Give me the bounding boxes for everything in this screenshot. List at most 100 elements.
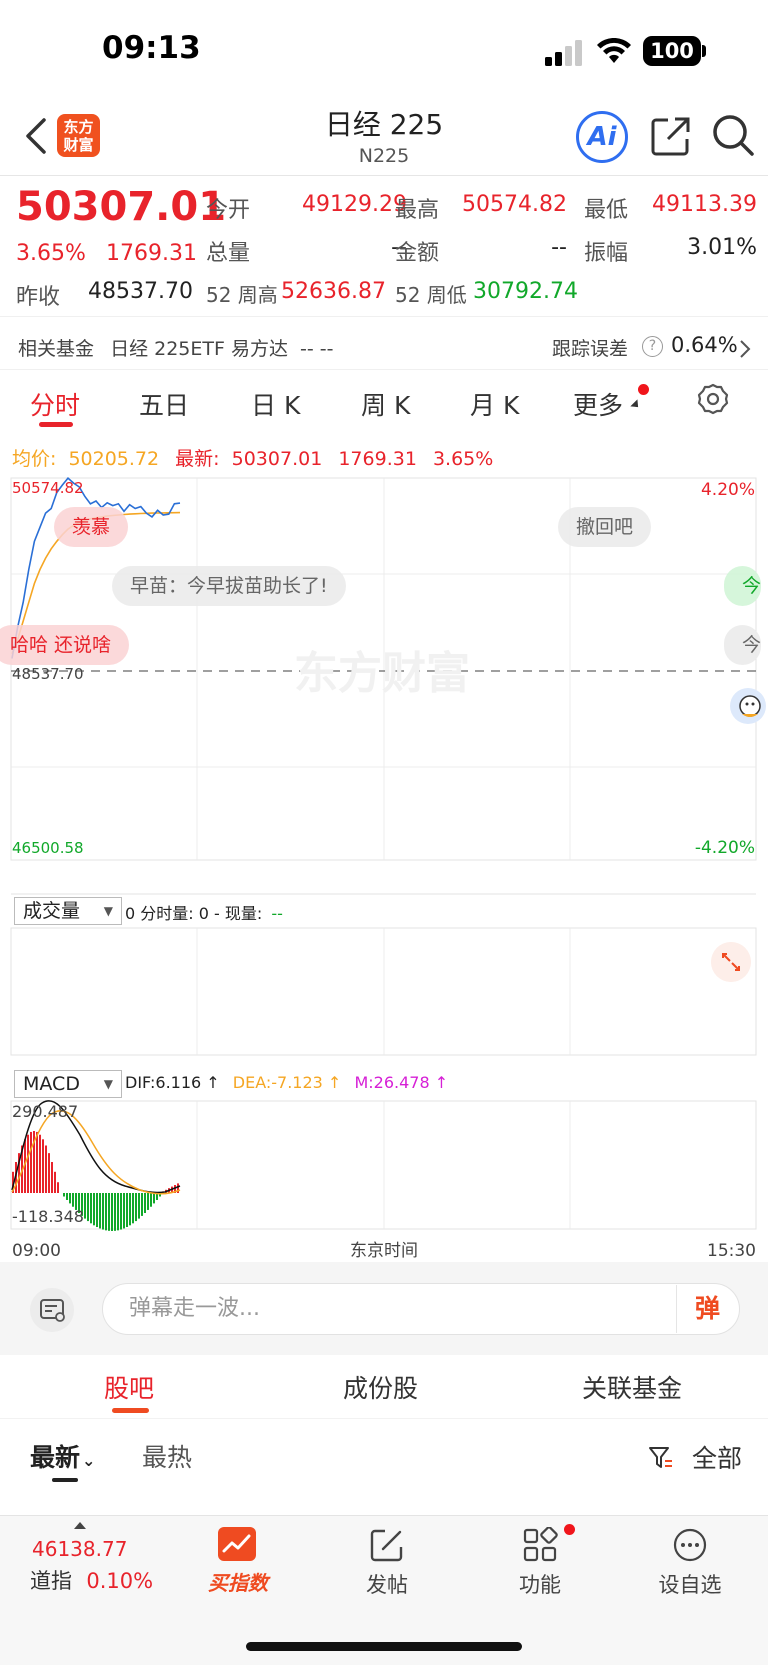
volume-info-value: -- <box>271 904 283 923</box>
danmaku-bubble[interactable]: 羡慕 <box>54 507 129 547</box>
macd-bar <box>144 1193 146 1214</box>
nav-function[interactable]: 功能 <box>505 1524 575 1607</box>
signal-icon <box>545 40 582 66</box>
fund-value: -- -- <box>300 338 334 360</box>
nav-post[interactable]: 发帖 <box>352 1527 422 1607</box>
gear-icon[interactable] <box>697 383 729 415</box>
chevron-right-icon[interactable] <box>739 339 751 359</box>
home-indicator <box>246 1642 522 1651</box>
fund-name: 日经 225ETF 易方达 <box>110 338 288 360</box>
related-fund-row[interactable]: 相关基金 日经 225ETF 易方达 -- -- <box>18 334 333 361</box>
macd-bar <box>114 1193 116 1231</box>
danmaku-toggle-label: 弹 <box>694 1294 720 1323</box>
wk52-low-value: 30792.74 <box>473 279 578 304</box>
macd-bar <box>135 1193 137 1222</box>
tracking-error-label: 跟踪误差 <box>552 338 629 360</box>
latest-change: 1769.31 <box>338 448 417 470</box>
macd-y-bottom: -118.348 <box>12 1207 84 1226</box>
danmaku-bubble[interactable]: 撤回吧 <box>558 507 652 547</box>
note-icon[interactable] <box>30 1288 74 1332</box>
danmaku-bubble[interactable]: 今 <box>724 566 762 606</box>
help-icon[interactable]: ? <box>642 336 663 357</box>
tab-related-funds[interactable]: 关联基金 <box>582 1369 682 1405</box>
macd-bar <box>111 1193 113 1231</box>
latest-label: 最新: <box>175 448 220 470</box>
macd-bar <box>102 1193 104 1230</box>
macd-bar <box>69 1193 71 1204</box>
ai-button[interactable]: Ai <box>576 111 628 163</box>
caret-up-icon <box>74 1522 86 1529</box>
x-center-label: 东京时间 <box>350 1241 418 1261</box>
dropdown-arrow-icon: ▼ <box>103 904 113 918</box>
sort-hot[interactable]: 最热 <box>142 1438 192 1474</box>
share-icon[interactable] <box>651 116 691 156</box>
nav-watchlist-label: 设自选 <box>658 1573 722 1597</box>
tab-intraday[interactable]: 分时 <box>30 386 80 422</box>
change-pct: 3.65% <box>16 241 86 266</box>
search-icon[interactable] <box>712 114 754 156</box>
danmaku-bubble[interactable]: 哈哈 还说啥 <box>0 625 130 665</box>
amount-value: -- <box>551 235 567 260</box>
tab-more-caret <box>630 399 642 411</box>
filter-button[interactable]: 全部 <box>648 1439 742 1475</box>
tracking-error-value: 0.64% <box>671 333 738 357</box>
sort-latest[interactable]: 最新 ⌄ <box>30 1438 95 1474</box>
avg-label: 均价: <box>12 448 57 470</box>
macd-bar <box>48 1153 50 1193</box>
battery-tip <box>702 45 706 57</box>
filter-label: 全部 <box>691 1444 742 1473</box>
avatar-icon[interactable] <box>728 686 768 726</box>
danmaku-toggle-button[interactable]: 弹 <box>676 1285 738 1333</box>
macd-m-label: M:26.478 ↑ <box>354 1073 449 1092</box>
danmaku-bubble[interactable]: 今 <box>724 625 762 665</box>
tab-weekly-k[interactable]: 周 K <box>361 386 410 422</box>
macd-bar <box>30 1131 32 1193</box>
latest-value: 50307.01 <box>231 448 323 470</box>
macd-select-label: MACD <box>23 1073 80 1095</box>
latest-pct: 3.65% <box>432 448 494 470</box>
volume-info: 0 分时量: 0 - 现量: -- <box>125 900 283 924</box>
tab-five-day[interactable]: 五日 <box>139 386 189 422</box>
open-label: 今开 <box>206 198 251 223</box>
watermark: 东方财富 <box>294 648 470 699</box>
low-value: 49113.39 <box>652 192 757 217</box>
macd-bar <box>51 1162 53 1193</box>
tab-monthly-k[interactable]: 月 K <box>470 386 519 422</box>
expand-icon[interactable] <box>711 942 751 982</box>
dropdown-arrow-icon: ▼ <box>103 1077 113 1091</box>
tab-more[interactable]: 更多 <box>573 386 623 422</box>
macd-y-top: 290.487 <box>12 1102 78 1121</box>
chart-info-line: 均价: 50205.72 最新: 50307.01 1769.31 3.65% <box>12 444 493 471</box>
danmaku-bubble[interactable]: 早苗：今早拔苗助长了! <box>112 566 346 606</box>
macd-bar <box>129 1193 131 1226</box>
x-end-label: 15:30 <box>707 1241 756 1261</box>
open-value: 49129.29 <box>302 192 407 217</box>
macd-bar <box>90 1193 92 1224</box>
macd-dif-label: DIF:6.116 ↑ <box>125 1073 220 1092</box>
nav-buy-index[interactable]: 买指数 <box>200 1527 276 1607</box>
community-tab-indicator <box>112 1408 149 1413</box>
nav-watchlist[interactable]: 设自选 <box>655 1527 725 1607</box>
index-ticker[interactable]: 46138.77 道指 0.10% <box>30 1537 153 1595</box>
macd-bar <box>93 1193 95 1226</box>
macd-bar <box>57 1182 59 1193</box>
macd-bar <box>66 1193 68 1200</box>
more-dots-icon <box>673 1528 707 1562</box>
battery-icon: 100 <box>643 36 701 66</box>
volume-indicator-select[interactable]: 成交量 ▼ <box>14 897 122 925</box>
fund-label: 相关基金 <box>18 338 95 360</box>
wk52-high-label: 52 周高 <box>206 283 278 307</box>
current-price: 50307.01 <box>16 184 227 230</box>
wk52-low-label: 52 周低 <box>395 283 467 307</box>
tab-daily-k[interactable]: 日 K <box>251 386 300 422</box>
y-ref-label: 48537.70 <box>12 665 84 683</box>
community-divider <box>0 1418 768 1419</box>
danmaku-input[interactable]: 弹幕走一波... <box>102 1283 740 1335</box>
macd-bar <box>117 1193 119 1231</box>
tab-constituents[interactable]: 成份股 <box>343 1369 418 1405</box>
volume-value: -- <box>391 235 407 260</box>
macd-indicator-select[interactable]: MACD ▼ <box>14 1070 122 1098</box>
tab-guba[interactable]: 股吧 <box>104 1369 154 1405</box>
macd-bar <box>54 1171 56 1193</box>
notification-dot <box>638 384 649 395</box>
